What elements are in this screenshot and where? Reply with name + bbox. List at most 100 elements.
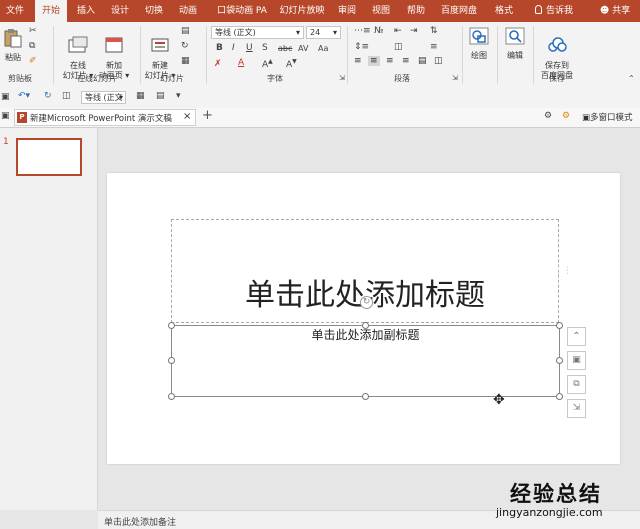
resize-handle[interactable] <box>556 322 563 329</box>
tab-insert[interactable]: 插入 <box>72 0 100 22</box>
italic-icon[interactable]: I <box>232 43 235 53</box>
paste-icon <box>4 29 22 48</box>
bold-icon[interactable]: B <box>216 43 223 53</box>
format-painter-icon[interactable]: ✐ <box>29 56 37 66</box>
redo-icon[interactable]: ↻ <box>44 91 52 101</box>
increase-font-icon[interactable]: A▲ <box>262 58 273 70</box>
group-label-slides: 幻灯片 <box>160 74 184 83</box>
powerpoint-icon: P <box>17 112 27 123</box>
group-label-font: 字体 <box>267 74 283 83</box>
tell-me-box[interactable]: 告诉我 <box>528 0 580 22</box>
tab-pocket-animation[interactable]: 口袋动画 PA <box>214 0 270 22</box>
arrange-icon[interactable]: ⧉ <box>567 375 586 394</box>
section-icon[interactable]: ▦ <box>181 56 190 66</box>
layout-icon[interactable]: ▤ <box>181 26 190 36</box>
resize-icon[interactable]: ⇲ <box>567 399 586 418</box>
change-case-icon[interactable]: Aa <box>318 44 328 53</box>
move-cursor-icon: ✥ <box>493 392 505 408</box>
slideshow-icon[interactable]: ◫ <box>62 91 71 101</box>
increase-indent-icon[interactable]: ⇥ <box>410 26 418 36</box>
settings-icon[interactable]: ⚙ <box>562 111 570 121</box>
dialog-launcher-icon[interactable]: ⇲ <box>339 74 345 82</box>
decrease-font-icon[interactable]: A▼ <box>286 58 297 70</box>
pin-icon[interactable]: ⚙ <box>544 111 552 121</box>
shadow-icon[interactable]: S <box>262 43 268 53</box>
align-right-icon[interactable]: ≡ <box>386 56 394 66</box>
strikethrough-icon[interactable]: abc <box>278 44 292 53</box>
folder-icon[interactable]: ▣ <box>1 111 10 121</box>
copy-icon[interactable]: ⧉ <box>29 41 35 51</box>
reset-icon[interactable]: ↻ <box>181 41 189 51</box>
draw-button[interactable]: 绘图 <box>466 26 492 61</box>
smartart-icon[interactable]: ◫ <box>434 56 443 66</box>
resize-handle[interactable] <box>362 322 369 329</box>
line-spacing-icon[interactable]: ⇕≡ <box>354 42 369 52</box>
multi-window-toggle[interactable]: ▣多窗口模式 <box>582 111 633 123</box>
font-name-combo[interactable]: 等线 (正文) ▾ <box>211 26 304 39</box>
chevron-down-icon: ▾ <box>332 28 337 37</box>
tab-review[interactable]: 审阅 <box>334 0 360 22</box>
align-center-icon[interactable]: ≡ <box>368 56 380 66</box>
cloud-icon <box>548 37 567 52</box>
resize-handle[interactable] <box>556 357 563 364</box>
tab-home[interactable]: 开始 <box>35 0 67 22</box>
align-text-icon[interactable]: ≡ <box>430 42 438 52</box>
collapse-ribbon-icon[interactable]: ⌃ <box>628 74 635 83</box>
tab-slideshow[interactable]: 幻灯片放映 <box>278 0 326 22</box>
tab-design[interactable]: 设计 <box>106 0 134 22</box>
resize-handle[interactable] <box>362 393 369 400</box>
layout-options-button[interactable]: ▣ <box>567 351 586 370</box>
font-color-icon[interactable]: A <box>238 58 244 68</box>
table-icon[interactable]: ▦ <box>136 91 145 101</box>
search-icon <box>505 27 525 45</box>
document-tab[interactable]: P 新建Microsoft PowerPoint 演示文稿 × <box>14 109 196 126</box>
close-icon[interactable]: × <box>183 111 191 122</box>
clear-format-icon[interactable]: ✗ <box>214 59 222 69</box>
font-size-combo[interactable]: 24 ▾ <box>306 26 341 39</box>
tab-file[interactable]: 文件 <box>0 0 30 22</box>
dialog-launcher-icon[interactable]: ⇲ <box>452 74 458 82</box>
collapse-up-icon[interactable]: ⌃ <box>567 327 586 346</box>
group-label-online-slides: 在线幻灯片 <box>77 74 117 83</box>
group-label-save: 保存 <box>549 74 565 83</box>
distribute-icon[interactable]: ▤ <box>418 56 427 66</box>
subtitle-placeholder[interactable]: 单击此处添加副标题 <box>171 325 560 397</box>
subtitle-placeholder-text: 单击此处添加副标题 <box>311 328 420 342</box>
group-label-clipboard: 剪贴板 <box>8 74 32 83</box>
paste-button[interactable]: 粘贴 <box>2 28 24 63</box>
tab-help[interactable]: 帮助 <box>402 0 430 22</box>
resize-handle[interactable] <box>168 322 175 329</box>
resize-handle[interactable] <box>556 393 563 400</box>
align-left-icon[interactable]: ≡ <box>354 56 362 66</box>
slide-thumbnail[interactable] <box>16 138 82 176</box>
resize-handle[interactable] <box>168 393 175 400</box>
customize-qat-icon[interactable]: ▾ <box>176 91 181 101</box>
person-icon: ☻ <box>599 6 610 16</box>
char-spacing-icon[interactable]: AV <box>298 44 308 53</box>
save-icon[interactable]: ▣ <box>1 92 10 102</box>
decrease-indent-icon[interactable]: ⇤ <box>394 26 402 36</box>
resize-handle[interactable] <box>168 357 175 364</box>
underline-icon[interactable]: U <box>246 43 253 53</box>
qat-font-combo[interactable]: 等线 (正文 ▾ <box>81 91 126 104</box>
bullets-icon[interactable]: ⋯≡ <box>354 26 371 36</box>
rotate-handle-icon[interactable]: ↻ <box>360 296 373 309</box>
numbering-icon[interactable]: № <box>374 26 383 36</box>
tab-view[interactable]: 视图 <box>368 0 394 22</box>
share-button[interactable]: ☻ 共享 <box>594 0 636 22</box>
tab-baidu-netdisk[interactable]: 百度网盘 <box>436 0 482 22</box>
edit-button[interactable]: 编辑 <box>502 26 528 61</box>
tab-animations[interactable]: 动画 <box>174 0 202 22</box>
slide-layout-icon[interactable]: ▤ <box>156 91 165 101</box>
tab-format[interactable]: 格式 <box>490 0 518 22</box>
new-tab-button[interactable]: + <box>202 108 213 123</box>
slide-number: 1 <box>3 137 9 147</box>
quick-access-toolbar: ▣ ↶▾ ↻ ◫ 等线 (正文 ▾ ▦ ▤ ▾ <box>0 88 640 109</box>
columns-icon[interactable]: ◫ <box>394 42 403 52</box>
cut-icon[interactable]: ✂ <box>29 26 37 36</box>
text-direction-icon[interactable]: ⇅ <box>430 26 438 36</box>
tab-transitions[interactable]: 切换 <box>140 0 168 22</box>
undo-icon[interactable]: ↶▾ <box>18 91 30 101</box>
justify-icon[interactable]: ≡ <box>402 56 410 66</box>
online-slides-icon <box>68 36 88 53</box>
